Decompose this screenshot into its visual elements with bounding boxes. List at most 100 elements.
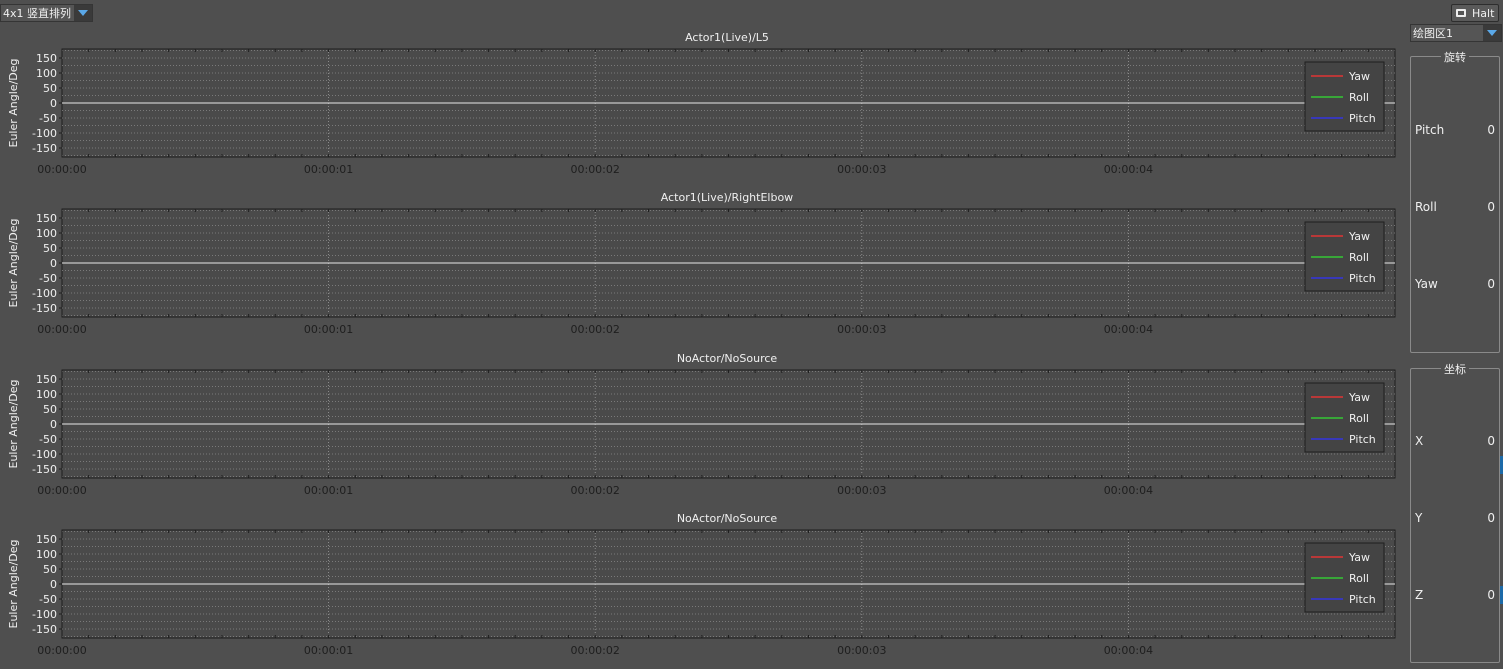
euler-chart: Actor1(Live)/L5 150 100 50 0 -50 -100 -150 00:00…: [7, 31, 1396, 176]
x-tick-label: 00:00:04: [1104, 323, 1153, 336]
y-axis-label: Euler Angle/Deg: [7, 380, 20, 469]
rotation-pitch-value: 0: [1487, 123, 1495, 137]
euler-chart: NoActor/NoSource 150 100 50 0 -50 -100 -150 00:0…: [7, 352, 1396, 497]
x-tick-label: 00:00:02: [570, 484, 619, 497]
rotation-row-yaw: Yaw 0: [1415, 277, 1495, 291]
coord-y-value: 0: [1487, 511, 1495, 525]
legend-label-yaw: Yaw: [1348, 230, 1370, 243]
legend-label-pitch: Pitch: [1349, 593, 1376, 606]
x-tick-label: 00:00:02: [570, 163, 619, 176]
y-tick-label: 0: [50, 418, 57, 431]
x-tick-label: 00:00:03: [837, 644, 886, 657]
rotation-yaw-value: 0: [1487, 277, 1495, 291]
y-tick-label: 0: [50, 257, 57, 270]
y-tick-label: -50: [39, 112, 57, 125]
coord-z-value: 0: [1487, 588, 1495, 602]
chart-title: Actor1(Live)/L5: [685, 31, 769, 44]
x-tick-label: 00:00:00: [37, 644, 86, 657]
y-tick-label: 150: [36, 373, 57, 386]
x-tick-label: 00:00:02: [570, 644, 619, 657]
pause-icon: [1456, 9, 1466, 17]
y-tick-label: 0: [50, 578, 57, 591]
x-tick-label: 00:00:00: [37, 323, 86, 336]
chevron-down-icon[interactable]: [74, 5, 92, 21]
y-tick-label: 100: [36, 548, 57, 561]
y-tick-label: 50: [43, 82, 57, 95]
y-tick-label: 50: [43, 403, 57, 416]
coord-row-x: X 0: [1415, 434, 1495, 448]
x-tick-label: 00:00:03: [837, 163, 886, 176]
legend-label-yaw: Yaw: [1348, 391, 1370, 404]
legend-label-roll: Roll: [1349, 572, 1369, 585]
plot-area-select-value: 绘图区1: [1413, 27, 1453, 40]
x-tick-label: 00:00:04: [1104, 644, 1153, 657]
x-tick-label: 00:00:02: [570, 323, 619, 336]
y-tick-label: 100: [36, 67, 57, 80]
y-tick-label: 50: [43, 242, 57, 255]
x-tick-label: 00:00:01: [304, 484, 353, 497]
rotation-pitch-label: Pitch: [1415, 123, 1445, 137]
coordinates-panel-title: 坐标: [1441, 363, 1469, 376]
legend-label-roll: Roll: [1349, 91, 1369, 104]
y-tick-label: -150: [32, 463, 57, 476]
coord-row-y: Y 0: [1415, 511, 1495, 525]
legend-label-roll: Roll: [1349, 412, 1369, 425]
y-axis-label: Euler Angle/Deg: [7, 219, 20, 308]
y-tick-label: 0: [50, 97, 57, 110]
chart-title: NoActor/NoSource: [677, 512, 778, 525]
y-tick-label: -50: [39, 433, 57, 446]
y-tick-label: 150: [36, 212, 57, 225]
chart-title: Actor1(Live)/RightElbow: [661, 191, 793, 204]
layout-select[interactable]: 4x1 竖直排列: [0, 4, 93, 22]
y-tick-label: 50: [43, 563, 57, 576]
x-tick-label: 00:00:01: [304, 644, 353, 657]
coord-x-label: X: [1415, 434, 1424, 448]
y-tick-label: -50: [39, 593, 57, 606]
legend-label-roll: Roll: [1349, 251, 1369, 264]
y-tick-label: 100: [36, 227, 57, 240]
legend-label-pitch: Pitch: [1349, 272, 1376, 285]
x-tick-label: 00:00:00: [37, 484, 86, 497]
x-tick-label: 00:00:03: [837, 323, 886, 336]
halt-button[interactable]: Halt: [1451, 4, 1499, 22]
legend-label-yaw: Yaw: [1348, 70, 1370, 83]
x-tick-label: 00:00:04: [1104, 484, 1153, 497]
y-tick-label: 100: [36, 388, 57, 401]
layout-select-value: 4x1 竖直排列: [3, 7, 72, 20]
coordinates-panel: 坐标 X 0 Y 0 Z 0: [1410, 363, 1500, 663]
rotation-row-pitch: Pitch 0: [1415, 123, 1495, 137]
rotation-yaw-label: Yaw: [1415, 277, 1438, 291]
rotation-row-roll: Roll 0: [1415, 200, 1495, 214]
legend-label-yaw: Yaw: [1348, 551, 1370, 564]
rotation-panel-title: 旋转: [1441, 51, 1469, 64]
euler-chart: NoActor/NoSource 150 100 50 0 -50 -100 -150 00:0…: [7, 512, 1396, 657]
legend-label-pitch: Pitch: [1349, 112, 1376, 125]
y-tick-label: 150: [36, 533, 57, 546]
coord-y-label: Y: [1415, 511, 1423, 525]
y-tick-label: -150: [32, 623, 57, 636]
y-tick-label: -100: [32, 448, 57, 461]
x-tick-label: 00:00:04: [1104, 163, 1153, 176]
halt-button-label: Halt: [1472, 6, 1495, 20]
rotation-panel: 旋转 Pitch 0 Roll 0 Yaw 0: [1410, 51, 1500, 353]
chevron-down-icon[interactable]: [1483, 25, 1501, 41]
y-tick-label: -150: [32, 302, 57, 315]
euler-chart: Actor1(Live)/RightElbow 150 100 50 0 -50 -100 -…: [7, 191, 1396, 336]
y-tick-label: -50: [39, 272, 57, 285]
y-tick-label: -100: [32, 608, 57, 621]
x-tick-label: 00:00:03: [837, 484, 886, 497]
rotation-roll-value: 0: [1487, 200, 1495, 214]
x-tick-label: 00:00:01: [304, 323, 353, 336]
rotation-roll-label: Roll: [1415, 200, 1437, 214]
x-tick-label: 00:00:00: [37, 163, 86, 176]
coord-x-value: 0: [1487, 434, 1495, 448]
legend-label-pitch: Pitch: [1349, 433, 1376, 446]
y-tick-label: -100: [32, 287, 57, 300]
x-tick-label: 00:00:01: [304, 163, 353, 176]
plot-area-select[interactable]: 绘图区1: [1410, 24, 1502, 42]
y-tick-label: 150: [36, 52, 57, 65]
y-axis-label: Euler Angle/Deg: [7, 540, 20, 629]
y-tick-label: -150: [32, 142, 57, 155]
y-tick-label: -100: [32, 127, 57, 140]
chart-title: NoActor/NoSource: [677, 352, 778, 365]
